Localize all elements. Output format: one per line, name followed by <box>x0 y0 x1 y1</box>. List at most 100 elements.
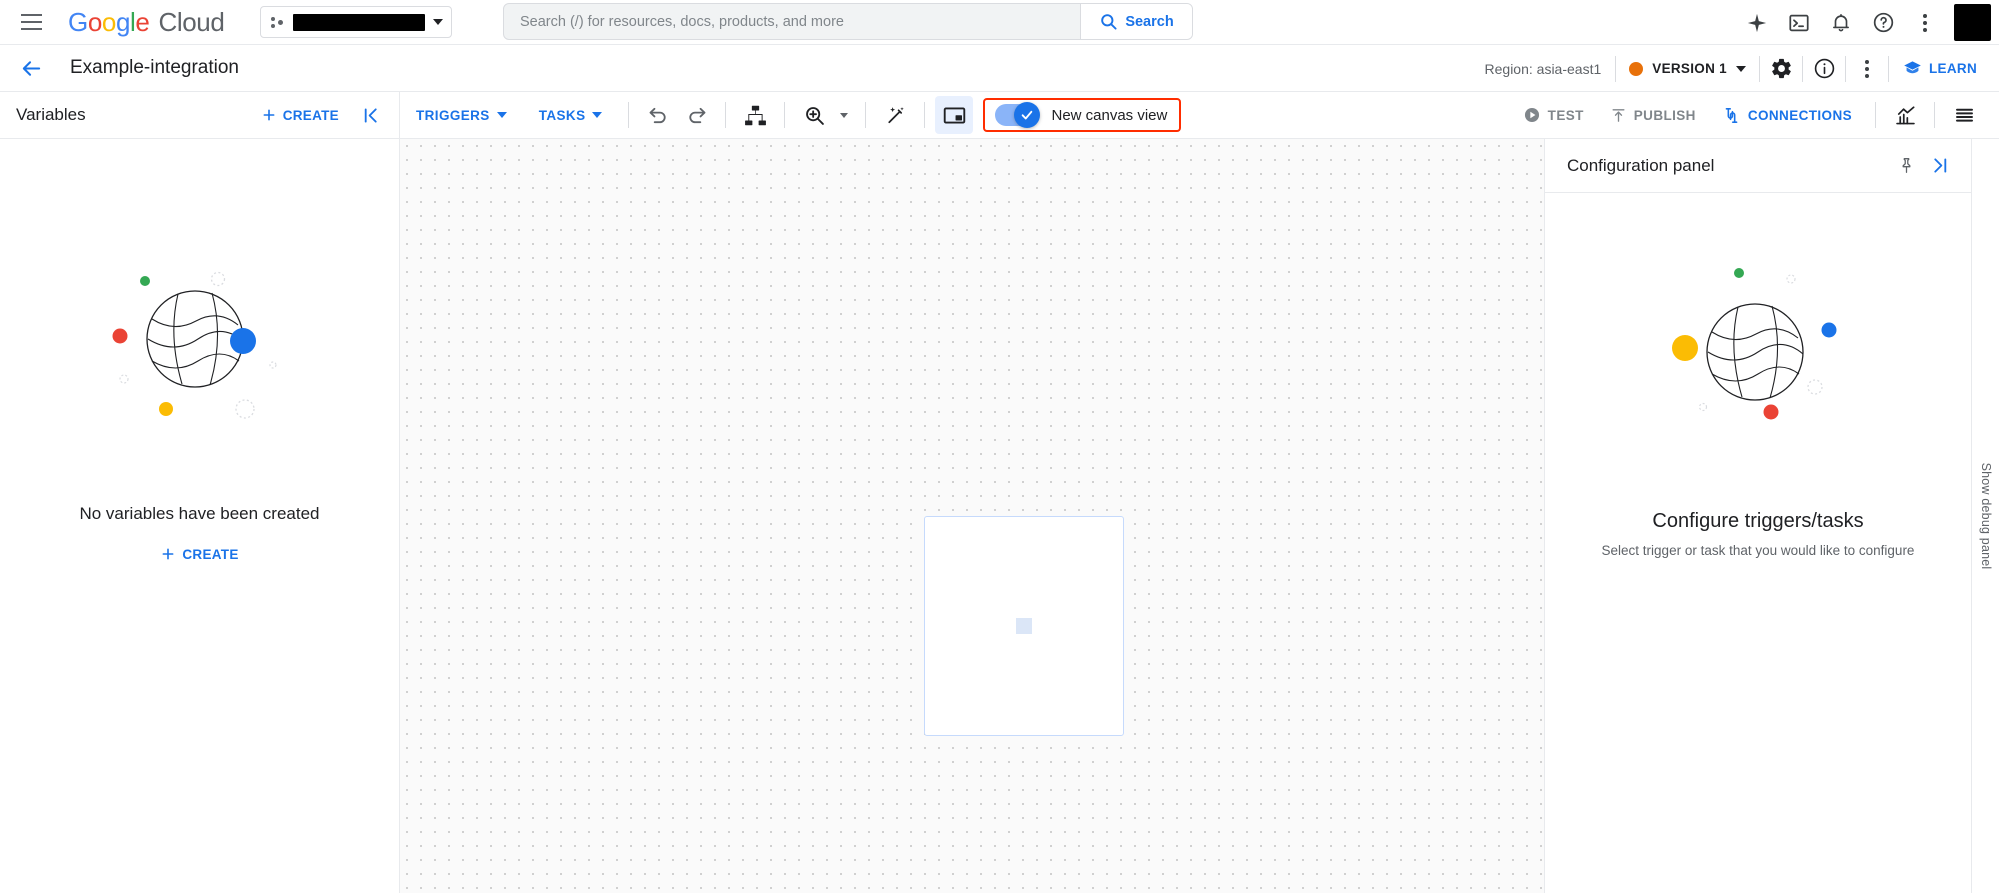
page-title: Example-integration <box>70 57 239 78</box>
test-label: TEST <box>1547 107 1584 123</box>
learn-label: LEARN <box>1929 61 1977 76</box>
divider <box>924 102 926 128</box>
google-cloud-logo[interactable]: Go o g l e Cloud <box>68 6 225 38</box>
topbar-actions <box>1738 0 1999 45</box>
configuration-panel: Configuration panel Configure triggers/t… <box>1544 139 1971 893</box>
tasks-menu-button[interactable]: TASKS <box>523 98 619 132</box>
hamburger-menu-icon[interactable] <box>14 5 48 39</box>
divider <box>1875 102 1876 128</box>
learn-button[interactable]: LEARN <box>1889 59 1999 78</box>
more-vert-icon[interactable] <box>1846 48 1888 90</box>
variables-create-button[interactable]: CREATE <box>261 107 339 123</box>
integration-canvas[interactable] <box>400 139 1544 893</box>
divider <box>628 102 630 128</box>
empty-state-globe-illustration <box>90 239 310 444</box>
pin-icon[interactable] <box>1889 149 1923 183</box>
logo-word-cloud: Cloud <box>158 6 225 37</box>
chevron-down-icon <box>592 112 603 118</box>
settings-gear-icon[interactable] <box>1760 48 1802 90</box>
notifications-bell-icon[interactable] <box>1822 4 1860 42</box>
triggers-menu-button[interactable]: TRIGGERS <box>400 98 523 132</box>
variables-panel: No variables have been created CREATE <box>0 139 400 893</box>
toolbar-right-actions: TEST PUBLISH CONNECTIONS <box>1510 92 1999 138</box>
divider <box>1934 102 1935 128</box>
variables-panel-title: Variables <box>16 105 86 124</box>
plus-icon <box>162 548 174 560</box>
project-dots-icon <box>271 15 285 29</box>
search-icon <box>1101 14 1117 30</box>
search-button-label: Search <box>1125 13 1174 30</box>
chevron-down-icon <box>433 19 444 25</box>
magic-wand-icon[interactable] <box>876 96 914 134</box>
region-label: Region: asia-east1 <box>1484 60 1602 77</box>
google-cloud-topbar: Go o g l e Cloud Search <box>0 0 1999 45</box>
configuration-empty-heading: Configure triggers/tasks <box>1652 510 1864 532</box>
publish-up-icon <box>1612 108 1625 122</box>
logo-letter-o1: o <box>87 6 102 37</box>
debug-panel-rail-label: Show debug panel <box>1978 462 1993 570</box>
project-picker[interactable] <box>260 6 453 38</box>
zoom-in-icon[interactable] <box>795 96 833 134</box>
picture-in-picture-icon[interactable] <box>935 96 974 134</box>
integration-header: Example-integration Region: asia-east1 V… <box>0 45 1999 92</box>
zoom-dropdown-button[interactable] <box>833 96 855 134</box>
search-input[interactable] <box>504 4 1080 39</box>
toggle-knob <box>1014 102 1041 128</box>
analytics-chart-icon[interactable] <box>1886 96 1924 134</box>
test-button[interactable]: TEST <box>1510 98 1597 132</box>
debug-panel-rail[interactable]: Show debug panel <box>1971 139 1999 893</box>
logo-letter-o2: o <box>101 6 116 37</box>
logo-letter-g2: g <box>115 6 131 37</box>
plus-icon <box>263 109 275 121</box>
new-canvas-view-toggle[interactable]: New canvas view <box>983 98 1182 132</box>
collapse-left-icon[interactable] <box>355 100 385 130</box>
back-arrow-icon[interactable] <box>12 49 50 87</box>
variables-toolbar-section: Variables CREATE <box>0 92 400 138</box>
logs-list-icon[interactable] <box>1945 96 1983 134</box>
search-button[interactable]: Search <box>1080 4 1192 39</box>
version-status-dot <box>1629 61 1644 76</box>
connections-icon <box>1725 107 1738 123</box>
tasks-label: TASKS <box>538 107 586 123</box>
canvas-node-card[interactable] <box>924 516 1124 736</box>
divider <box>865 102 867 128</box>
account-avatar[interactable] <box>1954 4 1991 41</box>
configuration-empty-subtext: Select trigger or task that you would li… <box>1601 543 1915 558</box>
gemini-sparkle-icon[interactable] <box>1738 4 1776 42</box>
connections-button[interactable]: CONNECTIONS <box>1709 98 1865 132</box>
divider <box>784 102 786 128</box>
publish-button[interactable]: PUBLISH <box>1597 98 1709 132</box>
toggle-switch[interactable] <box>995 102 1041 128</box>
logo-letter-g: G <box>68 6 88 37</box>
info-circle-icon[interactable] <box>1803 48 1845 90</box>
variables-empty-create-button[interactable]: CREATE <box>160 546 238 562</box>
variables-empty-create-label: CREATE <box>182 546 239 562</box>
more-vert-icon[interactable] <box>1906 4 1944 42</box>
undo-icon[interactable] <box>639 96 677 134</box>
editor-toolbar: Variables CREATE TRIGGERS TASKS New canv… <box>0 92 1999 139</box>
variables-empty-message: No variables have been created <box>79 504 320 523</box>
chevron-down-icon <box>1736 65 1746 72</box>
version-label: VERSION 1 <box>1652 61 1727 76</box>
collapse-right-icon[interactable] <box>1923 149 1957 183</box>
main-content: No variables have been created CREATE Co… <box>0 139 1999 893</box>
chevron-down-icon <box>496 112 507 118</box>
play-circle-icon <box>1524 107 1539 123</box>
configuration-panel-header: Configuration panel <box>1545 139 1971 193</box>
configuration-panel-title: Configuration panel <box>1567 155 1715 175</box>
chevron-down-icon <box>840 112 849 118</box>
redo-icon[interactable] <box>677 96 715 134</box>
cloud-shell-icon[interactable] <box>1780 4 1818 42</box>
variables-create-label: CREATE <box>282 107 339 123</box>
help-question-icon[interactable] <box>1864 4 1902 42</box>
learn-book-icon <box>1904 61 1921 74</box>
logo-letter-e: e <box>135 6 150 37</box>
triggers-label: TRIGGERS <box>416 107 490 123</box>
publish-label: PUBLISH <box>1633 107 1696 123</box>
integration-header-actions: Region: asia-east1 VERSION 1 LEARN <box>1485 45 1999 92</box>
auto-layout-icon[interactable] <box>736 96 774 134</box>
connections-label: CONNECTIONS <box>1747 107 1852 123</box>
version-selector[interactable]: VERSION 1 <box>1616 52 1759 86</box>
global-search: Search <box>503 3 1193 40</box>
project-name-redacted <box>293 13 426 31</box>
